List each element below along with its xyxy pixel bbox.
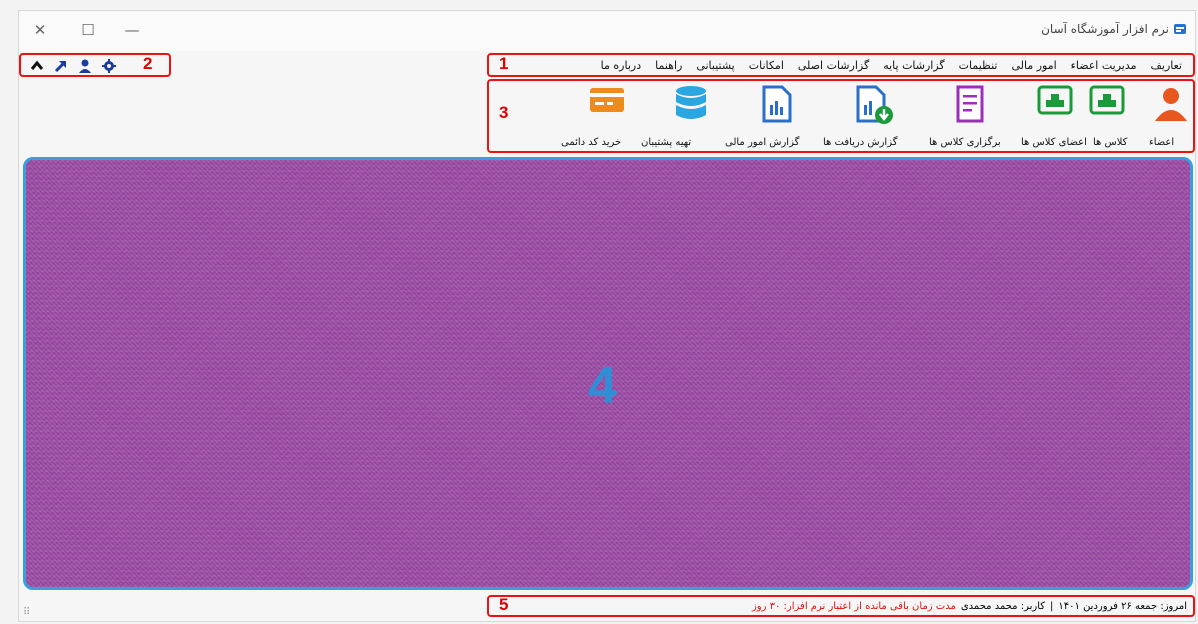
menu-item-support[interactable]: پشتیبانی	[689, 59, 741, 72]
ribbon-receipts-report-button[interactable]	[855, 85, 895, 125]
minimize-button[interactable]: —	[119, 19, 145, 41]
document-icon	[956, 85, 984, 123]
ribbon-members-button[interactable]	[1151, 85, 1191, 121]
report-chart-icon	[762, 85, 792, 123]
menu-item-settings[interactable]: تنظیمات	[952, 59, 1005, 72]
menu-item-main-reports[interactable]: گزارشات اصلی	[791, 59, 876, 72]
menu-item-members[interactable]: مدیریت اعضاء	[1064, 59, 1144, 72]
ribbon-classes-label: کلاس ها	[1093, 137, 1128, 148]
ribbon-members-label: اعضاء	[1149, 137, 1175, 148]
arrow-up-right-icon[interactable]	[53, 58, 69, 74]
ribbon-finance-report-button[interactable]	[761, 85, 795, 123]
status-date: امروز: جمعه ۲۶ فروردین ۱۴۰۱	[1058, 600, 1187, 612]
status-user: کاربر: محمد محمدی	[960, 600, 1046, 612]
status-bar: امروز: جمعه ۲۶ فروردین ۱۴۰۱ | کاربر: محم…	[487, 595, 1195, 617]
menu-item-definitions[interactable]: تعاریف	[1144, 59, 1189, 72]
ribbon-receipts-report-label: گزارش دریافت ها	[823, 137, 898, 148]
class-icon	[1089, 85, 1125, 115]
ribbon-class-sessions-button[interactable]	[955, 85, 985, 123]
ribbon-finance-report-label: گزارش امور مالی	[725, 137, 800, 148]
credit-card-icon	[590, 88, 624, 112]
annotation-label-4: 4	[588, 357, 617, 415]
main-workspace: 4	[23, 157, 1193, 590]
menu-item-help[interactable]: راهنما	[648, 59, 689, 72]
annotation-label-2: 2	[143, 54, 153, 73]
ribbon-classes-button[interactable]	[1087, 85, 1127, 115]
annotation-label-1: 1	[499, 54, 509, 73]
annotation-label-5: 5	[499, 595, 509, 614]
member-icon	[1155, 88, 1187, 121]
status-separator: |	[1050, 600, 1054, 612]
app-window: ✕ ☐ — نرم افزار آموزشگاه آسان 2 تعاریف م…	[18, 10, 1196, 622]
chevron-up-icon[interactable]	[29, 58, 45, 74]
menu-item-finance[interactable]: امور مالی	[1004, 59, 1063, 72]
menu-item-about[interactable]: درباره ما	[594, 59, 648, 72]
main-menu: تعاریف مدیریت اعضاء امور مالی تنظیمات گز…	[487, 53, 1195, 77]
maximize-button[interactable]: ☐	[75, 19, 101, 41]
ribbon-class-members-label: اعضای کلاس ها	[1021, 137, 1087, 148]
status-remaining: مدت زمان باقی مانده از اعتبار نرم افزار:…	[751, 600, 956, 612]
ribbon-backup-label: تهیه پشتیبان	[641, 137, 692, 148]
class-members-icon	[1037, 85, 1073, 115]
database-icon	[676, 86, 706, 119]
ribbon-buy-code-button[interactable]	[587, 85, 627, 115]
ribbon-class-sessions-label: برگزاری کلاس ها	[929, 137, 1001, 148]
resize-grip-icon[interactable]: ⠿	[23, 607, 30, 618]
user-icon[interactable]	[77, 58, 93, 74]
annotation-label-3: 3	[499, 103, 509, 122]
app-logo-icon	[1174, 24, 1186, 34]
ribbon-toolbar: 3 اعضاء کلاس ها اعضای کلاس ها برگزاری کل…	[487, 79, 1195, 153]
close-button[interactable]: ✕	[27, 19, 53, 41]
title-bar: ✕ ☐ — نرم افزار آموزشگاه آسان	[19, 11, 1195, 51]
gear-icon[interactable]	[101, 58, 117, 74]
menu-item-features[interactable]: امکانات	[742, 59, 791, 72]
app-title: نرم افزار آموزشگاه آسان	[1041, 22, 1187, 36]
ribbon-buy-code-label: خرید کد دائمی	[561, 137, 622, 148]
ribbon-class-members-button[interactable]	[1035, 85, 1075, 115]
report-download-icon	[856, 85, 893, 124]
menu-item-basic-reports[interactable]: گزارشات پایه	[876, 59, 951, 72]
ribbon-backup-button[interactable]	[673, 85, 709, 123]
app-title-text: نرم افزار آموزشگاه آسان	[1041, 22, 1169, 36]
